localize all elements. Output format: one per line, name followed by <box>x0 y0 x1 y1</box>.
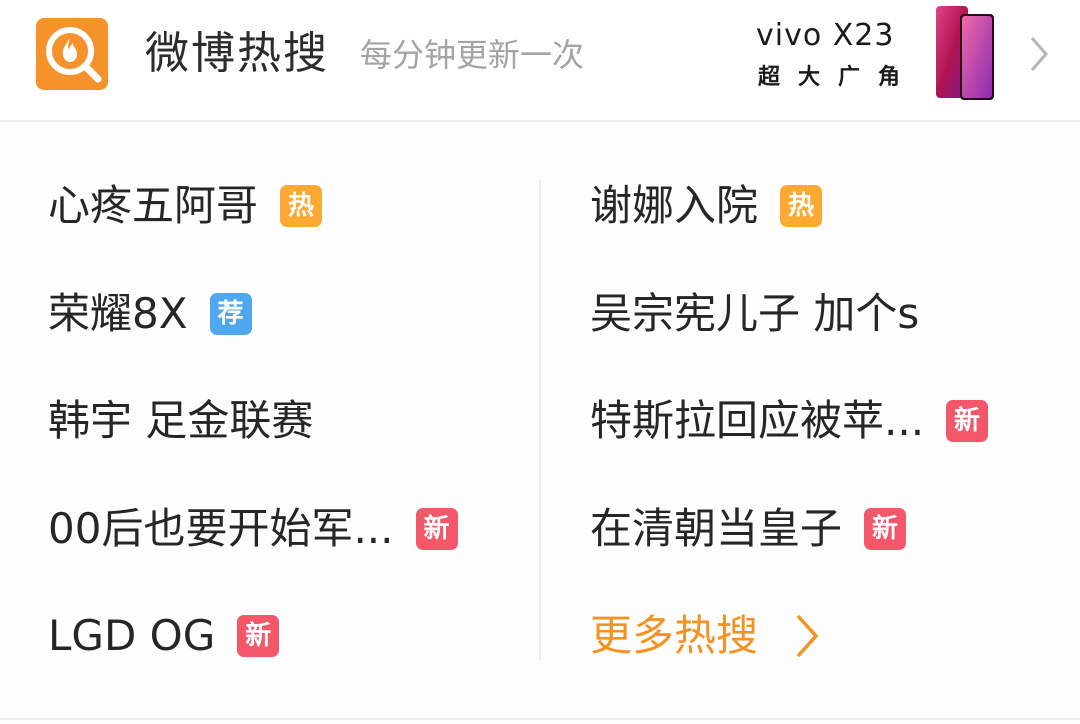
hot-badge: 热 <box>780 185 823 227</box>
ad-slogan: 超大广角 <box>758 65 919 90</box>
more-trending-link[interactable]: 更多热搜 <box>590 606 822 666</box>
page-title: 微博热搜 <box>145 28 329 79</box>
trending-item-label: 吴宗宪儿子 加个s <box>590 289 920 338</box>
trending-item[interactable]: 谢娜入院 热 <box>590 176 823 236</box>
trending-item[interactable]: 在清朝当皇子 新 <box>590 499 907 559</box>
trending-item-label: 韩宇 足金联赛 <box>48 396 314 445</box>
chevron-right-icon <box>796 614 819 658</box>
trending-item-label: 00后也要开始军... <box>48 504 394 553</box>
trending-item[interactable]: 特斯拉回应被苹... 新 <box>590 391 989 451</box>
weibo-search-logo-icon[interactable] <box>36 18 108 90</box>
new-badge: 新 <box>415 508 458 550</box>
trending-item[interactable]: 荣耀8X 荐 <box>48 284 252 344</box>
trending-item[interactable]: LGD OG 新 <box>48 606 280 666</box>
recommend-badge: 荐 <box>209 293 252 335</box>
phone-image-icon <box>936 6 994 100</box>
trending-item-label: 特斯拉回应被苹... <box>590 396 925 445</box>
trending-item-label: 荣耀8X <box>48 289 188 338</box>
trending-item-label: LGD OG <box>48 611 216 660</box>
more-trending-label: 更多热搜 <box>590 611 759 660</box>
ad-banner[interactable]: vivo X23 超大广角 <box>752 4 1002 104</box>
hot-badge: 热 <box>280 185 323 227</box>
bottom-divider <box>0 718 1080 720</box>
trending-item[interactable]: 00后也要开始军... 新 <box>48 499 458 559</box>
trending-item-label: 谢娜入院 <box>590 181 759 230</box>
ad-brand: vivo X23 <box>756 18 895 53</box>
chevron-right-icon[interactable] <box>1024 34 1054 74</box>
new-badge: 新 <box>946 400 989 442</box>
trending-item-label: 在清朝当皇子 <box>590 504 843 553</box>
new-badge: 新 <box>864 508 907 550</box>
trending-item[interactable]: 韩宇 足金联赛 <box>48 391 313 451</box>
column-divider <box>539 180 541 660</box>
new-badge: 新 <box>237 615 280 657</box>
trending-item[interactable]: 心疼五阿哥 热 <box>48 176 323 236</box>
trending-item[interactable]: 吴宗宪儿子 加个s <box>590 284 919 344</box>
trending-item-label: 心疼五阿哥 <box>48 181 259 230</box>
update-frequency-note: 每分钟更新一次 <box>360 36 585 74</box>
header: 微博热搜 每分钟更新一次 vivo X23 超大广角 <box>0 0 1080 122</box>
